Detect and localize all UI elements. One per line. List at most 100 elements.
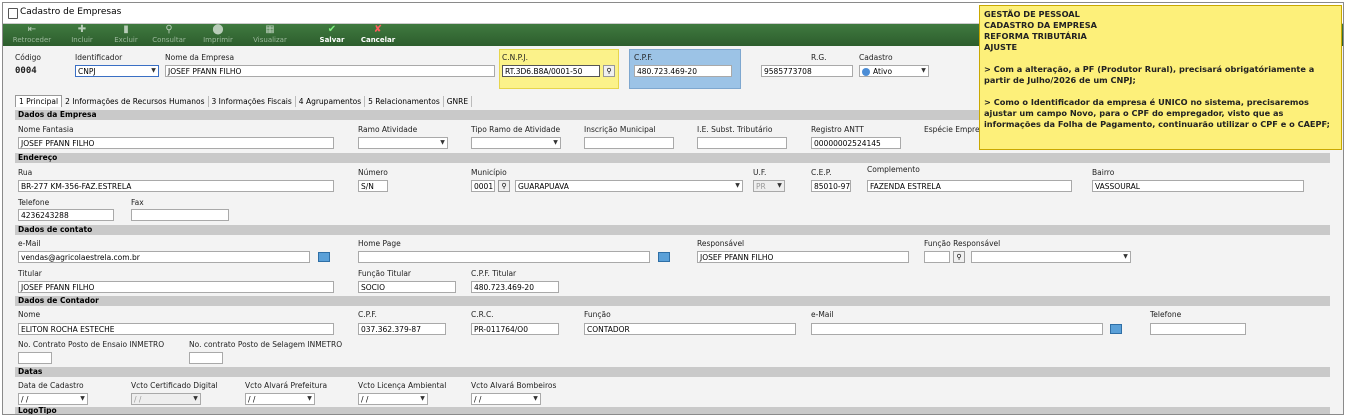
window: Cadastro de Empresas ⇤ Retroceder ✚ Inclui… [2, 2, 1344, 415]
alvara-prefeitura-field[interactable]: / / ▼ [245, 393, 315, 405]
consultar-button[interactable]: ⚲ Consultar [144, 24, 194, 46]
ramo-atividade-select[interactable]: ▼ [358, 137, 448, 149]
globe-icon[interactable] [658, 252, 670, 262]
funcao-search-icon[interactable]: ⚲ [953, 251, 965, 263]
cnpj-lookup-icon[interactable]: ⚲ [603, 65, 615, 77]
imprimir-button[interactable]: ⬤ Imprimir [193, 24, 243, 46]
tab-strip: 1 Principal 2 Informações de Recursos Hum… [15, 95, 473, 108]
chevron-down-icon: ▼ [193, 395, 198, 402]
contador-cpf-label: C.P.F. [358, 310, 377, 319]
section-datas: Datas [15, 367, 1330, 377]
check-icon: ✔ [327, 24, 337, 35]
inscricao-municipal-label: Inscrição Municipal [584, 125, 656, 134]
cancelar-button[interactable]: ✘ Cancelar [353, 24, 403, 46]
cadastro-select[interactable]: Ativo ▼ [859, 65, 929, 77]
fax-field[interactable] [131, 209, 229, 221]
section-logotipo: LogoTipo [15, 407, 1330, 414]
codigo-value: 0004 [15, 66, 37, 76]
cnpj-field[interactable]: RT.3D6.B8A/0001-50 [502, 65, 600, 77]
ie-subst-field[interactable] [697, 137, 787, 149]
undo-icon: ⇤ [27, 24, 37, 35]
contador-funcao-field[interactable]: CONTADOR [584, 323, 796, 335]
tab-informacoes-fiscais[interactable]: 3 Informações Fiscais [209, 96, 296, 107]
fax-label: Fax [131, 198, 144, 207]
certificado-digital-field[interactable]: / / ▼ [131, 393, 201, 405]
contador-cpf-field[interactable]: 037.362.379-87 [358, 323, 446, 335]
nome-empresa-label: Nome da Empresa [165, 53, 235, 62]
uf-select[interactable]: PR ▼ [753, 180, 785, 192]
chevron-down-icon: ▼ [735, 182, 740, 189]
window-icon [8, 8, 18, 19]
numero-field[interactable]: S/N [358, 180, 388, 192]
responsavel-field[interactable]: JOSEF PFANN FILHO [697, 251, 909, 263]
chevron-down-icon: ▼ [553, 139, 558, 146]
rg-label: R.G. [811, 53, 827, 62]
titular-field[interactable]: JOSEF PFANN FILHO [18, 281, 334, 293]
telefone-field[interactable]: 4236243288 [18, 209, 114, 221]
search-icon: ⚲ [165, 24, 173, 35]
funcao-titular-field[interactable]: SOCIO [358, 281, 456, 293]
window-title: Cadastro de Empresas [20, 7, 122, 17]
chevron-down-icon: ▼ [420, 395, 425, 402]
plus-icon: ✚ [77, 24, 87, 35]
mail-icon[interactable] [1110, 324, 1122, 334]
tab-gnre[interactable]: GNRE [444, 96, 473, 107]
municipio-code-field[interactable]: 0001 [471, 180, 495, 192]
tab-relacionamentos[interactable]: 5 Relacionamentos [365, 96, 444, 107]
cep-field[interactable]: 85010-970 [811, 180, 851, 192]
contador-email-field[interactable] [811, 323, 1103, 335]
especie-empresa-label: Espécie Empre [924, 125, 980, 134]
nome-empresa-field[interactable]: JOSEF PFANN FILHO [165, 65, 495, 77]
licenca-ambiental-label: Vcto Licença Ambiental [358, 381, 447, 390]
cpf-titular-field[interactable]: 480.723.469-20 [471, 281, 559, 293]
ensaio-inmetro-field[interactable] [18, 352, 52, 364]
retroceder-button[interactable]: ⇤ Retroceder [7, 24, 57, 46]
tipo-ramo-select[interactable]: ▼ [471, 137, 561, 149]
codigo-label: Código [15, 53, 42, 62]
municipio-select[interactable]: GUARAPUAVA ▼ [515, 180, 743, 192]
data-cadastro-field[interactable]: / / ▼ [18, 393, 88, 405]
contador-crc-field[interactable]: PR-011764/O0 [471, 323, 559, 335]
bairro-label: Bairro [1092, 168, 1115, 177]
alvara-bombeiros-label: Vcto Alvará Bombeiros [471, 381, 557, 390]
email-field[interactable]: vendas@agricolaestrela.com.br [18, 251, 310, 263]
cpf-field[interactable]: 480.723.469-20 [634, 65, 732, 77]
cep-label: C.E.P. [811, 168, 832, 177]
chevron-down-icon: ▼ [151, 67, 156, 74]
rg-field[interactable]: 9585773708 [761, 65, 853, 77]
section-dados-contato: Dados de contato [15, 225, 1330, 235]
cnpj-label: C.N.P.J. [502, 53, 528, 62]
municipio-search-icon[interactable]: ⚲ [498, 180, 510, 192]
certificado-digital-label: Vcto Certificado Digital [131, 381, 218, 390]
tab-principal[interactable]: 1 Principal [15, 95, 63, 107]
licenca-ambiental-field[interactable]: / / ▼ [358, 393, 428, 405]
contador-telefone-field[interactable] [1150, 323, 1246, 335]
homepage-field[interactable] [358, 251, 650, 263]
numero-label: Número [358, 168, 388, 177]
contador-nome-field[interactable]: ELITON ROCHA ESTECHE [18, 323, 334, 335]
incluir-button[interactable]: ✚ Incluir [57, 24, 107, 46]
complemento-field[interactable]: FAZENDA ESTRELA [867, 180, 1072, 192]
alvara-bombeiros-field[interactable]: / / ▼ [471, 393, 541, 405]
identificador-label: Identificador [75, 53, 123, 62]
preview-icon: ▦ [265, 24, 275, 35]
mail-icon[interactable] [318, 252, 330, 262]
funcao-responsavel-code[interactable] [924, 251, 950, 263]
funcao-titular-label: Função Titular [358, 269, 411, 278]
chevron-down-icon: ▼ [777, 182, 782, 189]
visualizar-button[interactable]: ▦ Visualizar [245, 24, 295, 46]
ramo-atividade-label: Ramo Atividade [358, 125, 418, 134]
inscricao-municipal-field[interactable] [584, 137, 674, 149]
rua-field[interactable]: BR-277 KM-356-FAZ.ESTRELA [18, 180, 334, 192]
salvar-button[interactable]: ✔ Salvar [307, 24, 357, 46]
data-cadastro-label: Data de Cadastro [18, 381, 84, 390]
tab-agrupamentos[interactable]: 4 Agrupamentos [296, 96, 366, 107]
registro-antt-field[interactable]: 00000002524145 [811, 137, 901, 149]
identificador-select[interactable]: CNPJ ▼ [75, 65, 159, 77]
tab-recursos-humanos[interactable]: 2 Informações de Recursos Humanos [62, 96, 209, 107]
selagem-inmetro-field[interactable] [189, 352, 223, 364]
nome-fantasia-field[interactable]: JOSEF PFANN FILHO [18, 137, 334, 149]
funcao-responsavel-select[interactable]: ▼ [971, 251, 1131, 263]
bairro-field[interactable]: VASSOURAL [1092, 180, 1304, 192]
section-endereco: Endereço [15, 153, 1330, 163]
